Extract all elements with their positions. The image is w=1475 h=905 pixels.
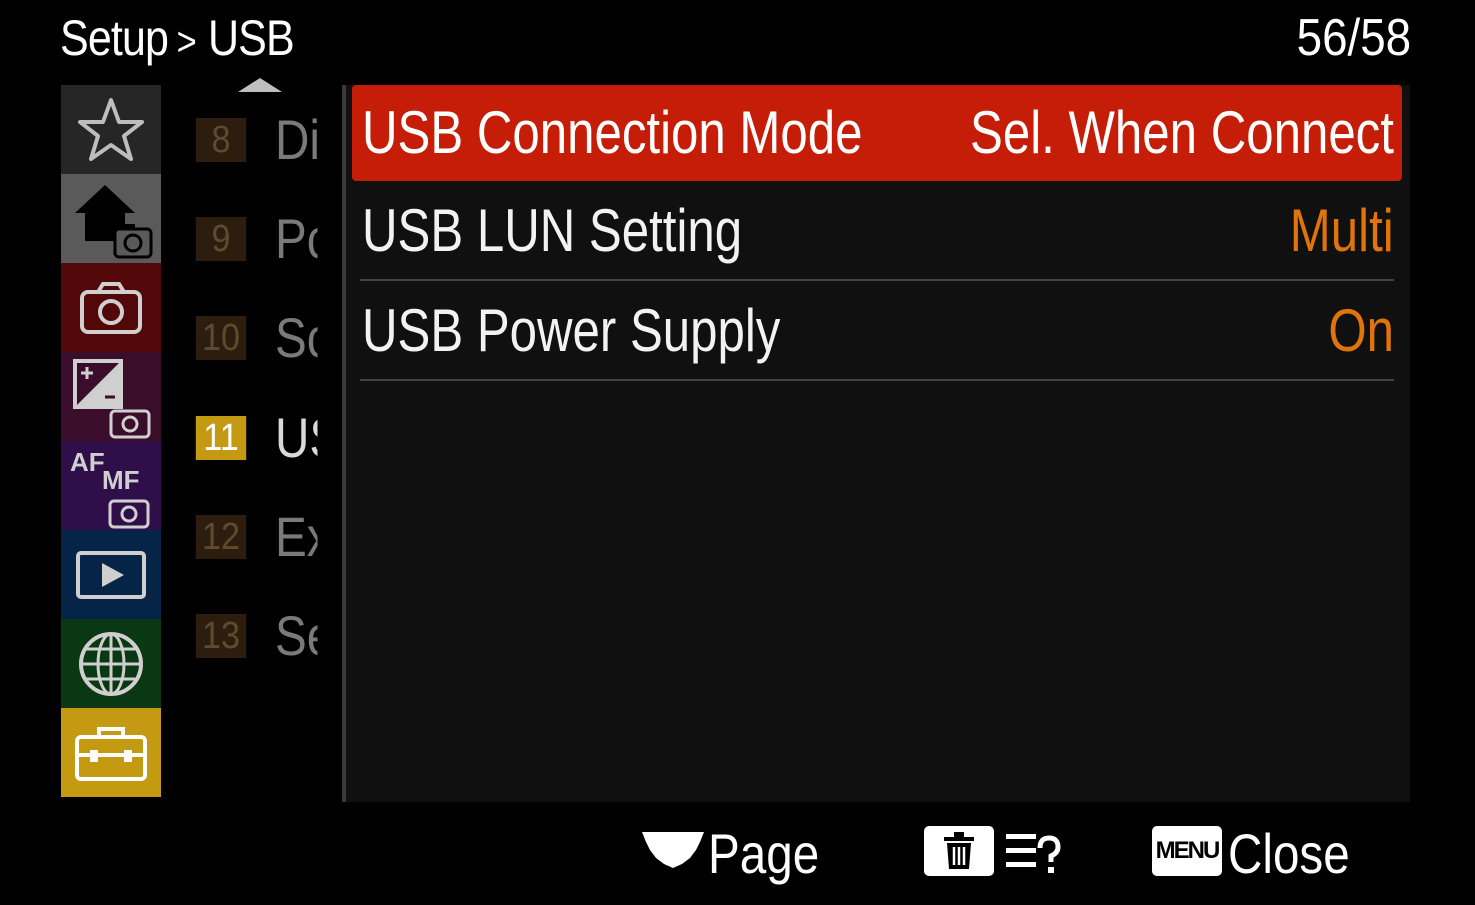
page-item-11[interactable]: 11 US: [193, 406, 343, 469]
category-setup[interactable]: [61, 708, 161, 797]
exposure-camera-icon: [73, 358, 151, 438]
category-bar: AF MF: [61, 85, 161, 797]
page-title: Se: [275, 604, 318, 667]
page-button-label[interactable]: Page: [708, 822, 819, 886]
category-favorites[interactable]: [61, 85, 161, 174]
page-item-13[interactable]: 13 Se: [193, 604, 343, 667]
trash-icon: [944, 832, 974, 869]
help-icon[interactable]: [1004, 826, 1064, 883]
breadcrumb-parent: Setup: [60, 10, 169, 66]
page-number: 13: [195, 614, 247, 658]
category-focus[interactable]: AF MF: [61, 441, 161, 530]
mf-text: MF: [102, 465, 140, 495]
category-main[interactable]: [61, 174, 161, 263]
menu-item-label: USB Power Supply: [362, 297, 781, 364]
af-mf-camera-icon: AF MF: [70, 447, 150, 528]
breadcrumb-separator: >: [176, 20, 197, 64]
page-counter: 56/58: [1296, 9, 1411, 67]
category-network[interactable]: [61, 619, 161, 708]
page-number: 11: [195, 416, 247, 460]
page-list: 8 Di 9 Pc 10 Sc 11 US 12 Ex 13 Se: [193, 85, 343, 802]
page-number: 10: [195, 316, 247, 360]
menu-item-label: USB Connection Mode: [362, 99, 863, 166]
page-number: 9: [195, 217, 247, 261]
globe-icon: [79, 631, 143, 696]
row-divider: [360, 379, 1394, 381]
page-title: Pc: [275, 207, 318, 270]
menu-item-usb-power-supply[interactable]: USB Power Supply On: [352, 283, 1402, 381]
page-number: 12: [195, 515, 247, 559]
breadcrumb: Setup > USB: [60, 8, 295, 68]
category-exposure[interactable]: [61, 352, 161, 441]
footer-guide: Page MENU Close: [0, 812, 1475, 900]
menu-item-usb-lun-setting[interactable]: USB LUN Setting Multi: [352, 183, 1402, 281]
toolbox-icon: [75, 726, 147, 781]
menu-item-value: Multi: [1290, 197, 1394, 264]
home-camera-icon: [75, 184, 153, 258]
row-divider: [360, 279, 1394, 281]
menu-item-label: USB LUN Setting: [362, 197, 743, 264]
close-button-label[interactable]: Close: [1228, 822, 1350, 886]
page-number: 8: [195, 118, 247, 162]
category-playback[interactable]: [61, 530, 161, 619]
page-title: Ex: [275, 505, 318, 568]
menu-item-usb-connection-mode[interactable]: USB Connection Mode Sel. When Connect: [352, 85, 1402, 181]
page-title: US: [275, 406, 318, 469]
menu-button-badge[interactable]: MENU: [1152, 826, 1222, 876]
page-item-12[interactable]: 12 Ex: [193, 505, 343, 568]
page-item-10[interactable]: 10 Sc: [193, 306, 343, 369]
star-icon: [78, 97, 144, 161]
menu-item-value: On: [1328, 297, 1394, 364]
page-item-8[interactable]: 8 Di: [193, 108, 343, 171]
page-item-9[interactable]: 9 Pc: [193, 207, 343, 270]
page-title: Di: [275, 108, 318, 171]
menu-panel: USB Connection Mode Sel. When Connect US…: [346, 85, 1410, 802]
af-text: AF: [70, 447, 105, 477]
playback-icon: [76, 550, 146, 599]
breadcrumb-current: USB: [207, 10, 295, 66]
category-shooting[interactable]: [61, 263, 161, 352]
delete-button[interactable]: [924, 826, 994, 876]
control-wheel-icon: [640, 828, 706, 877]
page-title: Sc: [275, 306, 318, 369]
camera-icon: [80, 281, 142, 334]
menu-item-value: Sel. When Connect: [970, 99, 1394, 166]
